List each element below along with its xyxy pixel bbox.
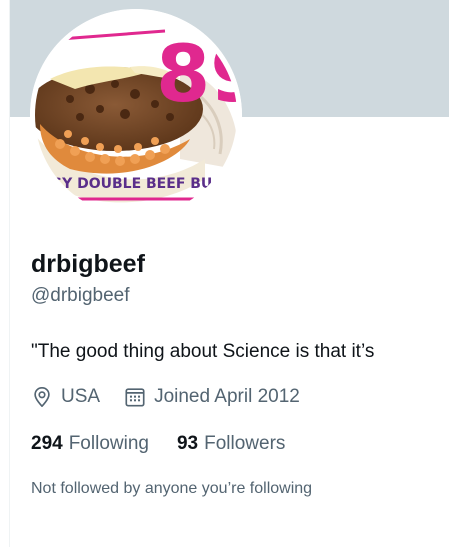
profile-page: 89 SY DOUBLE BEEF BU drbigbeef @drbigbee…: [0, 0, 449, 547]
display-name: drbigbeef: [31, 250, 145, 278]
followers-link[interactable]: 93 Followers: [177, 433, 285, 455]
follow-stats-row: 294 Following 93 Followers: [31, 430, 313, 458]
profile-bio: "The good thing about Science is that it…: [31, 341, 375, 362]
followers-count: 93: [176, 433, 199, 454]
following-link[interactable]: 294 Following: [31, 433, 149, 455]
avatar-image: 89 SY DOUBLE BEEF BU: [30, 9, 242, 221]
calendar-icon: [125, 388, 145, 407]
profile-handle: @drbigbeef: [31, 285, 130, 306]
following-count: 294: [31, 433, 63, 454]
following-label: Following: [68, 433, 149, 454]
joined-text: Joined April 2012: [154, 386, 300, 407]
joined-item: Joined April 2012: [124, 386, 300, 408]
left-column-divider: [0, 0, 10, 547]
profile-avatar[interactable]: 89 SY DOUBLE BEEF BU: [30, 9, 242, 221]
profile-meta-row: USA Joined April 2012: [31, 383, 324, 411]
avatar-caption-text: SY DOUBLE BEEF BU: [52, 176, 212, 192]
location-text: USA: [61, 386, 101, 407]
not-followed-notice: Not followed by anyone you’re following: [31, 480, 313, 497]
followers-label: Followers: [204, 433, 286, 454]
location-pin-icon: [34, 387, 50, 407]
location-item: USA: [31, 386, 100, 408]
